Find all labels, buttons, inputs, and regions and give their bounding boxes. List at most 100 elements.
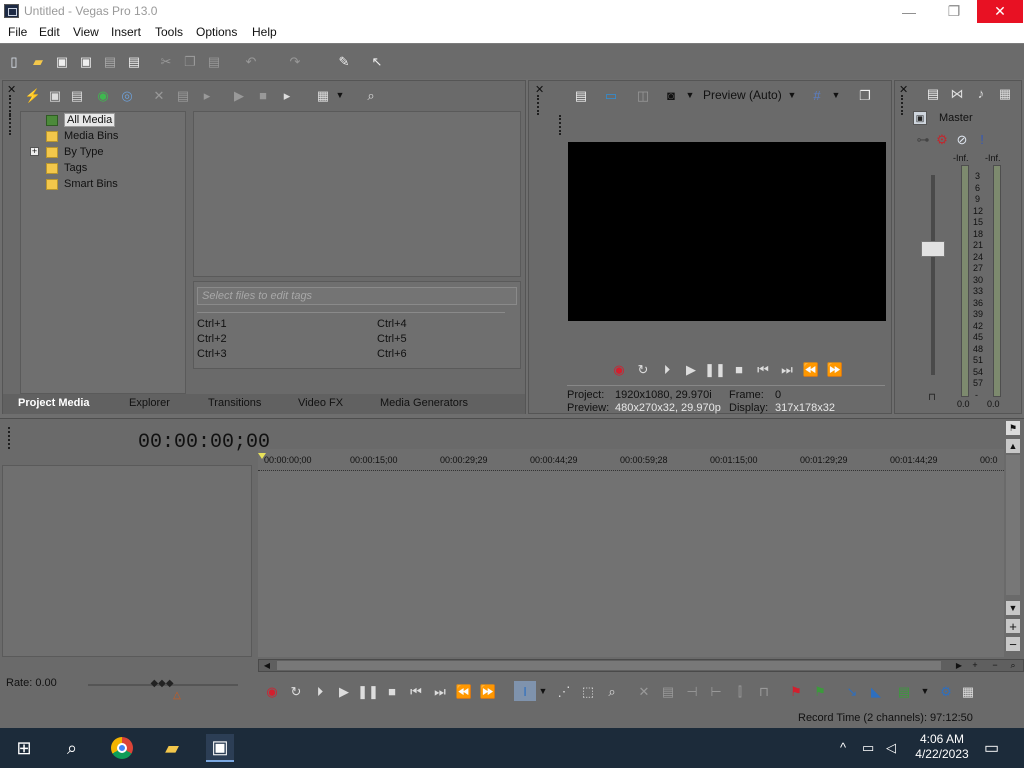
scroll-thumb[interactable] [277, 661, 941, 670]
trim-end-icon[interactable]: ⊢ [708, 683, 724, 699]
enable-snapping-icon[interactable]: ✎ [335, 53, 353, 69]
edit-tags-input[interactable]: Select files to edit tags [197, 287, 517, 305]
overlays-dropdown-icon[interactable]: ▼ [685, 87, 695, 103]
enable-snapping-icon[interactable]: ↘ [844, 683, 860, 699]
fx-chain-icon[interactable]: ⊶ [915, 132, 931, 146]
menu-tools[interactable]: Tools [155, 25, 183, 39]
panel-grip[interactable] [559, 115, 562, 135]
file-explorer-icon[interactable]: ▰ [158, 734, 186, 762]
play-icon[interactable]: ▶ [683, 361, 699, 377]
get-photo-icon[interactable]: ▤ [69, 87, 85, 103]
vegas-pro-taskbar-icon[interactable]: ▣ [206, 734, 234, 762]
split-screen-icon[interactable]: ◫ [635, 87, 651, 103]
mixer-properties-icon[interactable]: ▤ [925, 85, 941, 101]
open-icon[interactable]: ▰ [30, 53, 46, 69]
tab-video-fx[interactable]: Video FX [298, 397, 343, 409]
preview-quality-select[interactable]: Preview (Auto) [703, 88, 782, 102]
lock-envelopes-icon[interactable]: ⚙ [938, 683, 954, 699]
auto-crossfades-icon[interactable]: ◣ [868, 683, 884, 699]
redo-icon[interactable]: ↷ [286, 53, 304, 69]
master-fx-icon[interactable]: ⚙ [935, 132, 949, 146]
taskbar-clock[interactable]: 4:06 AM 4/22/2023 [910, 732, 974, 762]
mute-icon[interactable]: ⊘ [955, 132, 969, 146]
undo-icon[interactable]: ↶ [242, 53, 260, 69]
loop-playback-icon[interactable]: ↻ [288, 683, 304, 699]
menu-insert[interactable]: Insert [111, 25, 141, 39]
save-as-icon[interactable]: ▣ [78, 53, 94, 69]
search-icon[interactable]: ⌕ [58, 734, 86, 762]
import-media-icon[interactable]: ⚡ [25, 87, 41, 103]
go-to-end-icon[interactable]: ⏭ [779, 361, 795, 377]
preview-quality-dropdown-icon[interactable]: ▼ [787, 87, 797, 103]
insert-region-icon[interactable]: ⚑ [812, 683, 828, 699]
save-icon[interactable]: ▣ [54, 53, 70, 69]
play-from-start-icon[interactable]: ⏵ [659, 361, 675, 377]
previous-frame-icon[interactable]: ⏪ [456, 683, 472, 699]
loop-playback-icon[interactable]: ↻ [635, 361, 651, 377]
media-play-icon[interactable]: ▶ [231, 87, 247, 103]
cursor-timecode[interactable]: 00:00:00;00 [138, 431, 270, 454]
menu-options[interactable]: Options [196, 25, 237, 39]
views-dropdown-icon[interactable]: ▼ [335, 87, 345, 103]
media-fx-icon[interactable]: ◎ [119, 87, 135, 103]
insert-marker-icon[interactable]: ⚑ [788, 683, 804, 699]
auto-ripple-dropdown-icon[interactable]: ▼ [920, 683, 930, 699]
trim-start-icon[interactable]: ⊣ [684, 683, 700, 699]
play-from-start-icon[interactable]: ⏵ [312, 683, 328, 699]
zoom-out-vertical-icon[interactable]: − [1006, 637, 1020, 651]
scroll-thumb[interactable] [1006, 455, 1020, 595]
cut-icon[interactable]: ✂ [158, 53, 174, 69]
whats-this-help-icon[interactable]: ↖ [368, 53, 386, 69]
media-stop-icon[interactable]: ■ [255, 87, 271, 103]
zoom-in-horizontal-icon[interactable]: + [969, 660, 981, 671]
video-output-fx-icon[interactable]: ▤ [573, 87, 589, 103]
views-icon[interactable]: ▦ [315, 87, 331, 103]
media-properties-icon[interactable]: ▤ [175, 87, 191, 103]
auto-ripple-icon[interactable]: ▤ [896, 683, 912, 699]
auto-preview-icon[interactable]: ▸ [279, 87, 295, 103]
zoom-edit-tool-icon[interactable]: ⌕ [604, 683, 620, 699]
ignore-event-grouping-icon[interactable]: ▦ [960, 683, 976, 699]
next-frame-icon[interactable]: ⏩ [480, 683, 496, 699]
dim-output-icon[interactable]: ♪ [973, 85, 989, 101]
copy-snapshot-icon[interactable]: ❐ [857, 87, 873, 103]
zoom-in-vertical-icon[interactable]: + [1006, 619, 1020, 633]
go-to-start-icon[interactable]: ⏮ [408, 683, 424, 699]
envelope-tool-icon[interactable]: ⋰ [556, 683, 572, 699]
trim-icon[interactable]: ▤ [660, 683, 676, 699]
tag-shortcut[interactable]: Ctrl+6 [377, 348, 407, 360]
pause-icon[interactable]: ❚❚ [704, 361, 726, 377]
menu-help[interactable]: Help [252, 25, 277, 39]
new-project-icon[interactable]: ▯ [6, 53, 22, 69]
edit-tool-dropdown-icon[interactable]: ▼ [538, 683, 548, 699]
overlays-icon[interactable]: ◙ [663, 87, 679, 103]
tag-shortcut[interactable]: Ctrl+5 [377, 333, 407, 345]
capture-video-icon[interactable]: ▣ [47, 87, 63, 103]
go-to-start-icon[interactable]: ⏮ [755, 361, 771, 377]
track-area[interactable] [258, 471, 1004, 657]
zoom-out-horizontal-icon[interactable]: − [989, 660, 1001, 671]
go-to-end-icon[interactable]: ⏭ [432, 683, 448, 699]
scroll-right-icon[interactable]: ▶ [953, 660, 965, 671]
record-icon[interactable]: ◉ [264, 683, 280, 699]
downmix-icon[interactable]: ⋈ [949, 85, 965, 101]
lock-fader-icon[interactable]: ⊓ [925, 393, 939, 403]
volume-icon[interactable]: ◁ [886, 740, 896, 756]
rate-reset-icon[interactable]: △ [172, 691, 182, 701]
tree-item-smart-bins[interactable]: Smart Bins [46, 177, 118, 191]
stop-icon[interactable]: ■ [731, 361, 747, 377]
delete-icon[interactable]: ✕ [636, 683, 652, 699]
timeline-horizontal-scrollbar[interactable]: ◀ ▶ + − ⌕ [258, 659, 1024, 672]
tab-explorer[interactable]: Explorer [129, 397, 170, 409]
menu-edit[interactable]: Edit [39, 25, 60, 39]
play-icon[interactable]: ▶ [336, 683, 352, 699]
tab-project-media[interactable]: Project Media [18, 397, 90, 409]
tree-item-by-type[interactable]: By Type [46, 145, 104, 159]
tree-item-all-media[interactable]: All Media [46, 113, 116, 127]
panel-grip[interactable] [9, 115, 12, 135]
rate-slider-handle-icon[interactable]: ◆◆◆ [148, 678, 176, 690]
tree-item-tags[interactable]: Tags [46, 161, 87, 175]
grid-icon[interactable]: # [809, 87, 825, 103]
record-icon[interactable]: ◉ [611, 361, 627, 377]
get-media-web-icon[interactable]: ◉ [95, 87, 111, 103]
